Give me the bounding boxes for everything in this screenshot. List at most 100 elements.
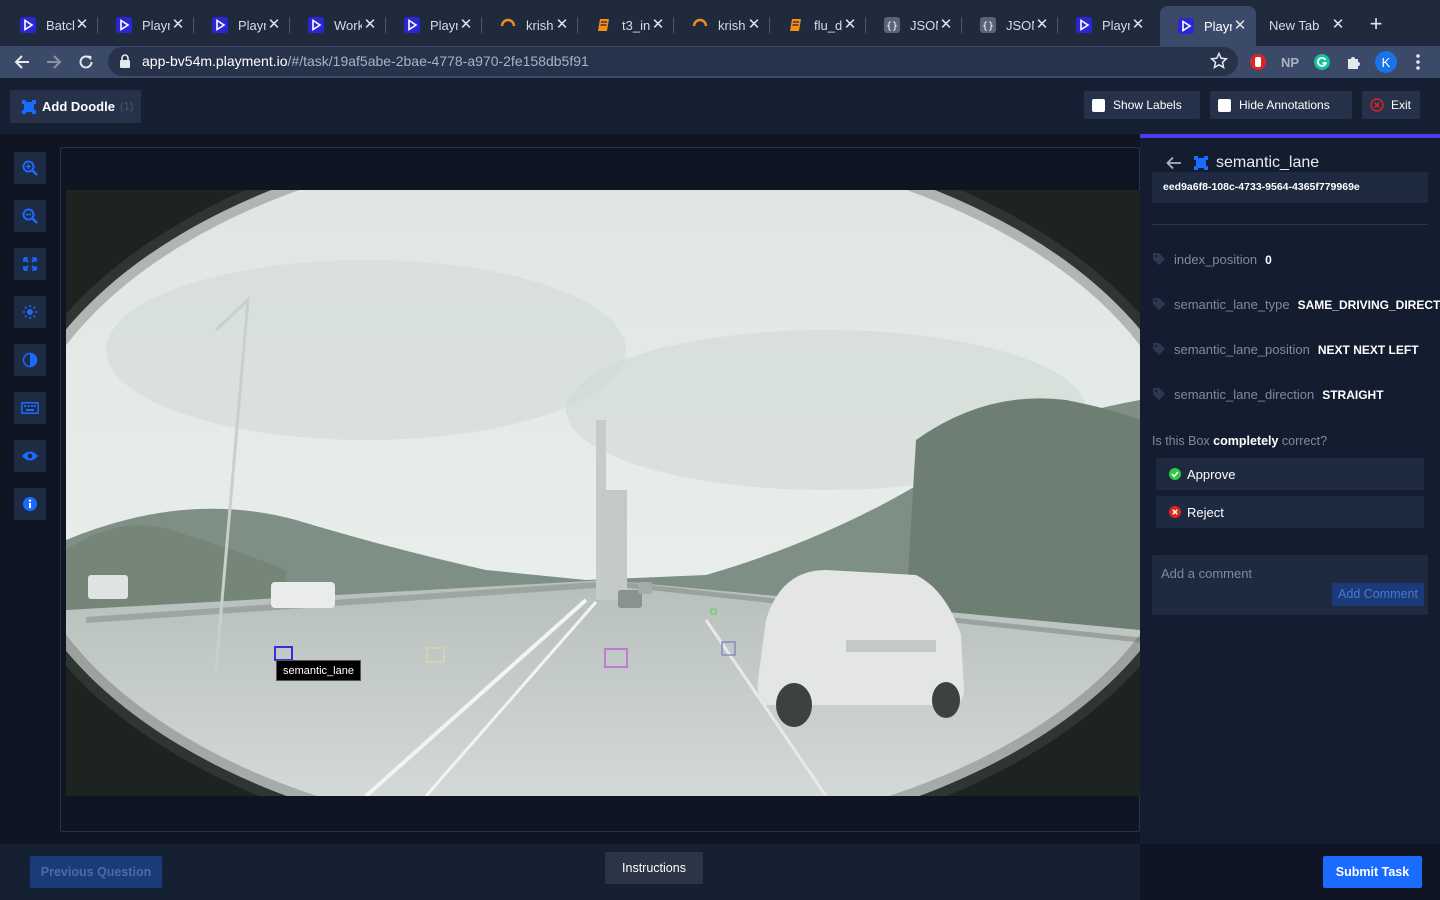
exit-x-circle-icon [1370,98,1384,112]
tab-title: krishn [526,17,554,33]
browser-tab[interactable]: flu_du ✕ [770,8,866,42]
attribute-value: 0 [1265,253,1272,267]
annotation-app: Add Doodle (1) Show Labels Hide Annotati… [0,78,1440,900]
playment-icon [308,17,324,33]
puzzle-extensions-icon[interactable] [1343,51,1365,73]
json-icon: {} [884,17,900,33]
np-extension-icon[interactable]: NP [1279,51,1301,73]
zoom-out-icon[interactable] [14,200,46,232]
hide-annotations-label: Hide Annotations [1239,98,1330,112]
profile-avatar[interactable]: K [1375,51,1397,73]
browser-tab[interactable]: Playm ✕ [98,8,194,42]
tab-title: Playm [1204,18,1232,34]
menu-dots-icon[interactable] [1407,51,1429,73]
close-tab-icon[interactable]: ✕ [1130,17,1146,33]
show-labels-checkbox[interactable] [1092,98,1105,112]
zoom-in-icon[interactable] [14,152,46,184]
hide-annotations-toggle[interactable]: Hide Annotations [1210,91,1352,119]
tab-title: Playm [1102,17,1130,33]
close-tab-icon[interactable]: ✕ [650,17,666,33]
close-tab-icon[interactable]: ✕ [362,17,378,33]
show-labels-label: Show Labels [1113,98,1182,112]
hide-annotations-checkbox[interactable] [1218,98,1231,112]
previous-question-button[interactable]: Previous Question [30,856,162,888]
visibility-eye-icon[interactable] [14,440,46,472]
close-tab-icon[interactable]: ✕ [938,17,954,33]
footer-left [0,844,1140,900]
new-tab-plus-icon[interactable]: + [1366,13,1386,35]
browser-tab[interactable]: Batch ✕ [2,8,98,42]
browser-tab[interactable]: t3_int ✕ [578,8,674,42]
forward-arrow-icon[interactable] [42,50,66,74]
profile-initial: K [1381,54,1391,70]
browser-tab[interactable]: krishn ✕ [674,8,770,42]
fit-to-screen-icon[interactable] [14,248,46,280]
browser-tab[interactable]: Workt ✕ [290,8,386,42]
annotation-id: eed9a6f8-108c-4733-9564-4365f779969e [1152,172,1428,203]
comment-input[interactable]: Add a comment [1161,566,1252,581]
url-field[interactable]: app-bv54m.playment.io/#/task/19af5abe-2b… [108,47,1238,76]
browser-tab[interactable]: Playm ✕ [1058,8,1154,42]
url-path: /#/task/19af5abe-2bae-4778-a970-2fe158db… [287,53,589,69]
tab-title: krishn [718,17,746,33]
attribute-key: index_position [1174,252,1258,267]
road-scene-image[interactable]: semantic_lane [66,190,1140,796]
tab-title: Playm [430,17,458,33]
playment-icon [116,17,132,33]
submit-task-button[interactable]: Submit Task [1323,856,1422,888]
divider [1152,224,1428,225]
close-tab-icon[interactable]: ✕ [458,17,474,33]
browser-tab[interactable]: {} JSON ✕ [962,8,1058,42]
attribute-key: semantic_lane_type [1174,297,1290,312]
tag-icon [1152,342,1166,359]
grammarly-icon[interactable] [1311,51,1333,73]
panel-header: semantic_lane [1166,154,1319,172]
close-tab-icon[interactable]: ✕ [74,17,90,33]
back-arrow-icon[interactable] [1166,156,1182,170]
close-tab-icon[interactable]: ✕ [1034,17,1050,33]
browser-tab[interactable]: Playm ✕ [386,8,482,42]
tag-icon [1152,297,1166,314]
attribute-row: semantic_lane_direction STRAIGHT [1152,387,1440,404]
reload-icon[interactable] [74,50,98,74]
back-arrow-icon[interactable] [10,50,34,74]
close-tab-icon[interactable]: ✕ [746,17,762,33]
browser-tab[interactable]: {} JSON ✕ [866,8,962,42]
keyboard-icon[interactable] [14,392,46,424]
tab-title: Workt [334,17,362,33]
red-extension-icon[interactable] [1247,51,1269,73]
comment-box: Add a comment Add Comment [1152,555,1428,615]
attribute-key: semantic_lane_position [1174,342,1310,357]
instructions-button[interactable]: Instructions [605,852,703,884]
exit-button[interactable]: Exit [1362,91,1420,119]
doodle-icon [22,99,36,114]
brightness-icon[interactable] [14,296,46,328]
close-tab-icon[interactable]: ✕ [842,17,858,33]
tag-icon [1152,387,1166,404]
close-tab-icon[interactable]: ✕ [170,17,186,33]
browser-tab[interactable]: krishn ✕ [482,8,578,42]
svg-text:{}: {} [982,21,994,32]
close-tab-icon[interactable]: ✕ [1232,18,1248,34]
browser-tab-active[interactable]: Playm ✕ [1160,6,1256,46]
browser-tab[interactable]: New Tab ✕ [1252,8,1354,42]
info-icon[interactable] [14,488,46,520]
annotation-label-tag: semantic_lane [276,660,361,681]
attribute-value: NEXT NEXT LEFT [1317,343,1419,357]
task-footer: Previous Question Instructions Submit Ta… [0,844,1440,900]
bookmark-star-icon[interactable] [1209,51,1229,75]
attribute-row: semantic_lane_type SAME_DRIVING_DIRECTION [1152,297,1440,314]
contrast-icon[interactable] [14,344,46,376]
approve-option[interactable]: Approve [1156,458,1424,490]
close-tab-icon[interactable]: ✕ [266,17,282,33]
add-doodle-button[interactable]: Add Doodle (1) [10,90,141,123]
close-tab-icon[interactable]: ✕ [554,17,570,33]
reject-option[interactable]: Reject [1156,496,1424,528]
show-labels-toggle[interactable]: Show Labels [1084,91,1200,119]
tab-title: Batch [46,17,74,33]
browser-tab[interactable]: Playm ✕ [194,8,290,42]
close-tab-icon[interactable]: ✕ [1330,17,1346,33]
add-comment-button[interactable]: Add Comment [1332,583,1424,606]
doodle-count: (1) [119,100,134,113]
tab-title: Playm [142,17,170,33]
